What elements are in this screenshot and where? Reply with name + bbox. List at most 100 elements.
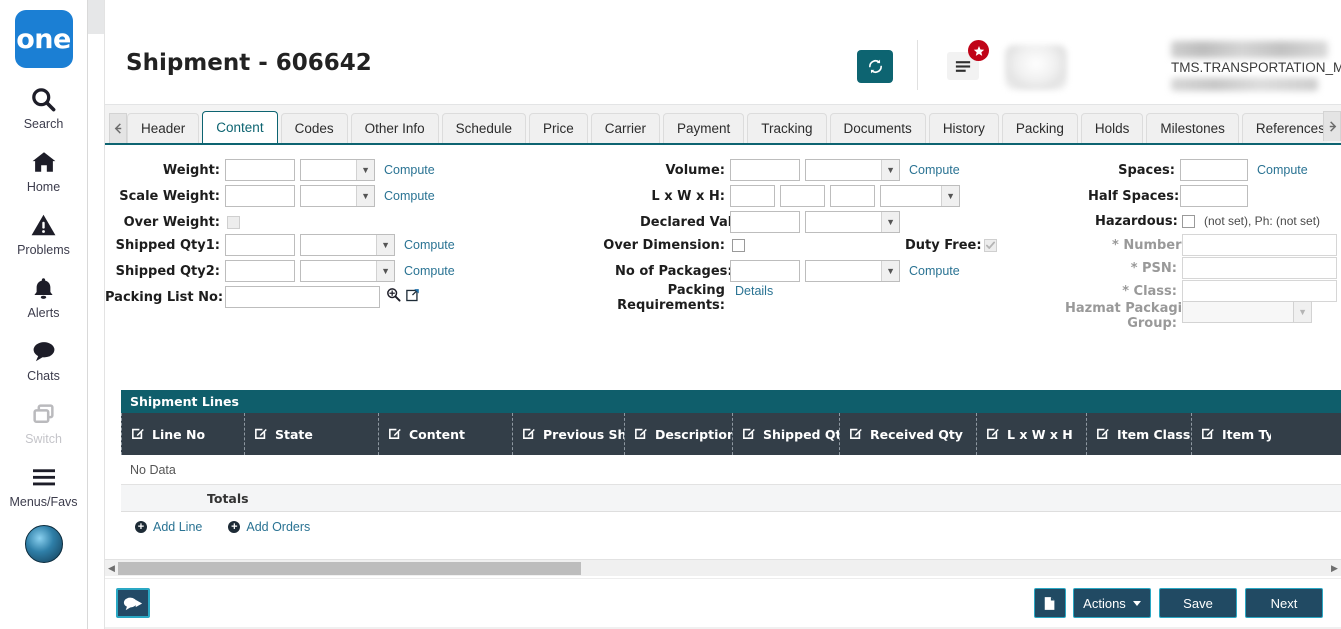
scrollbar-thumb[interactable] [118,561,581,575]
input-width[interactable] [780,185,825,207]
select-weight-unit[interactable]: ▼ [300,159,375,181]
link-packing-details[interactable]: Details [735,284,773,298]
checkbox-over-weight[interactable] [227,215,240,229]
edit-pencil-icon[interactable] [986,426,1000,443]
input-shipped-qty2[interactable] [225,260,295,282]
refresh-button[interactable] [857,50,893,83]
tab-history[interactable]: History [928,113,999,143]
grid-column-item-class[interactable]: Item Class [1086,413,1191,455]
tab-scroll-left-button[interactable] [109,113,127,143]
scrollbar-track[interactable] [118,561,1328,575]
tab-other-info[interactable]: Other Info [350,113,439,143]
select-shipped-qty1-unit[interactable]: ▼ [300,234,395,256]
input-no-of-packages[interactable] [730,260,800,282]
user-avatar[interactable] [1005,45,1067,90]
rail-item-menus-favs[interactable]: Menus/Favs [0,462,88,509]
chat-send-button[interactable] [116,588,150,618]
magnifier-plus-icon[interactable] [386,287,401,307]
tab-schedule[interactable]: Schedule [441,113,526,143]
link-compute-no-of-packages[interactable]: Compute [909,264,960,278]
select-no-of-packages-unit[interactable]: ▼ [805,260,900,282]
input-half-spaces[interactable] [1180,185,1248,207]
select-lwh-unit[interactable]: ▼ [880,185,960,207]
grid-horizontal-scrollbar[interactable]: ◀ ▶ [105,559,1341,576]
tab-documents[interactable]: Documents [829,113,926,143]
tab-milestones[interactable]: Milestones [1146,113,1239,143]
select-scale-weight-unit[interactable]: ▼ [300,185,375,207]
input-length[interactable] [730,185,775,207]
input-packing-list-no[interactable] [225,286,380,308]
rail-item-problems[interactable]: Problems [0,210,88,257]
input-spaces[interactable] [1180,159,1248,181]
checkbox-hazardous[interactable] [1182,214,1195,228]
grid-column-line-no[interactable]: Line No [121,413,244,455]
input-hazmat-psn[interactable] [1182,257,1337,279]
grid-column-received-qty[interactable]: Received Qty [839,413,976,455]
edit-pencil-icon[interactable] [1096,426,1110,443]
input-scale-weight[interactable] [225,185,295,207]
input-declared-value[interactable] [730,211,800,233]
select-shipped-qty2-unit[interactable]: ▼ [300,260,395,282]
link-compute-volume[interactable]: Compute [909,163,960,177]
edit-pencil-icon[interactable] [1201,426,1215,443]
tab-payment[interactable]: Payment [662,113,745,143]
edit-pencil-icon[interactable] [742,426,756,443]
rail-item-alerts[interactable]: Alerts [0,273,88,320]
edit-pencil-icon[interactable] [388,426,402,443]
link-compute-weight[interactable]: Compute [384,163,435,177]
actions-button[interactable]: Actions [1073,588,1151,618]
checkbox-duty-free[interactable] [984,238,997,252]
tab-carrier[interactable]: Carrier [590,113,660,143]
input-volume[interactable] [730,159,800,181]
tab-references[interactable]: References [1241,113,1327,143]
rail-item-home[interactable]: Home [0,147,88,194]
link-compute-shipped-qty2[interactable]: Compute [404,264,455,278]
tab-packing[interactable]: Packing [1001,113,1078,143]
rail-item-chats[interactable]: Chats [0,336,88,383]
open-external-icon[interactable] [406,288,420,307]
tab-holds[interactable]: Holds [1080,113,1144,143]
tab-price[interactable]: Price [528,113,588,143]
next-button[interactable]: Next [1245,588,1323,618]
grid-column-description[interactable]: Description [624,413,732,455]
grid-column-previous-ship[interactable]: Previous Ship... [512,413,624,455]
select-declared-value-currency[interactable]: ▼ [805,211,900,233]
copy-page-button[interactable] [1034,588,1066,618]
one-logo[interactable]: one [14,10,73,68]
input-hazmat-number[interactable] [1182,234,1337,256]
edit-pencil-icon[interactable] [849,426,863,443]
grid-column-l-x-w-x-h[interactable]: L x W x H [976,413,1086,455]
input-weight[interactable] [225,159,295,181]
input-hazmat-class[interactable] [1182,280,1337,302]
select-volume-unit[interactable]: ▼ [805,159,900,181]
scroll-left-arrow-icon[interactable]: ◀ [105,560,118,577]
add-line-button[interactable]: + Add Line [135,520,202,534]
add-orders-button[interactable]: + Add Orders [228,520,310,534]
tab-tracking[interactable]: Tracking [747,113,827,143]
rail-item-switch[interactable]: Switch [0,399,88,446]
tab-codes[interactable]: Codes [280,113,348,143]
rail-user-avatar[interactable] [24,525,63,563]
tab-content[interactable]: Content [202,111,278,143]
tab-scroll-right-button[interactable] [1323,111,1341,141]
grid-column-content[interactable]: Content [378,413,512,455]
checkbox-over-dimension[interactable] [732,238,745,252]
select-hazmat-packaging-group[interactable]: ▼ [1182,301,1312,323]
edit-pencil-icon[interactable] [522,426,536,443]
rail-item-search[interactable]: Search [0,84,88,131]
tab-header[interactable]: Header [127,113,200,143]
link-compute-spaces[interactable]: Compute [1257,163,1308,177]
link-compute-shipped-qty1[interactable]: Compute [404,238,455,252]
menu-star-badge[interactable] [968,40,989,61]
edit-pencil-icon[interactable] [254,426,268,443]
edit-pencil-icon[interactable] [131,426,145,443]
grid-column-item-typ[interactable]: Item Typ [1191,413,1271,455]
input-height[interactable] [830,185,875,207]
grid-column-shipped-qty[interactable]: Shipped Qty [732,413,839,455]
scroll-right-arrow-icon[interactable]: ▶ [1328,560,1341,577]
edit-pencil-icon[interactable] [634,426,648,443]
input-shipped-qty1[interactable] [225,234,295,256]
grid-column-state[interactable]: State [244,413,378,455]
link-compute-scale-weight[interactable]: Compute [384,189,435,203]
save-button[interactable]: Save [1159,588,1237,618]
